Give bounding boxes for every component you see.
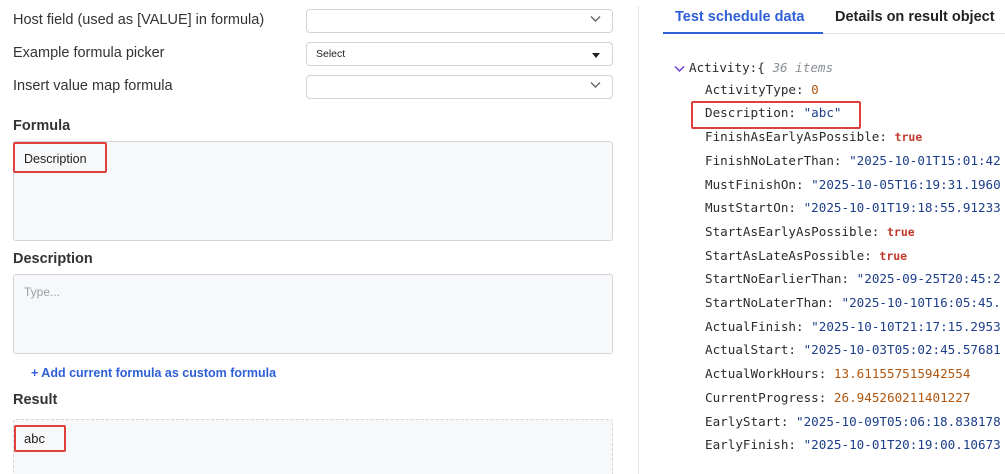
tree-row-key: ActualFinish: <box>705 318 804 334</box>
chevron-down-icon <box>590 15 601 26</box>
host-field-row: Host field (used as [VALUE] in formula) <box>13 9 613 33</box>
description-heading: Description <box>13 251 93 267</box>
tree-row-key: FinishAsEarlyAsPossible: <box>705 129 887 145</box>
tree-row: EarlyFinish: "2025-10-01T20:19:00.10673 <box>705 437 1001 460</box>
result-heading: Result <box>13 392 58 408</box>
tree-root-brace: { <box>757 60 765 75</box>
tree-row: StartNoLaterThan: "2025-10-10T16:05:45. <box>705 295 1001 318</box>
host-field-label: Host field (used as [VALUE] in formula) <box>13 12 265 28</box>
tree-root-key: Activity: <box>689 60 758 75</box>
tree-row-value: "2025-10-10T21:17:15.2953 <box>811 318 1001 334</box>
formula-heading: Formula <box>13 118 71 134</box>
tree-root-node[interactable]: Activity:{ 36 items <box>674 60 833 75</box>
tree-row: CurrentProgress: 26.945260211401227 <box>705 390 970 413</box>
tree-row-value: 13.611557515942554 <box>833 366 971 382</box>
tree-row: StartAsEarlyAsPossible: true <box>705 224 915 247</box>
tree-item-count: 36 items <box>772 60 834 75</box>
tree-row-key: EarlyStart: <box>705 413 789 429</box>
formula-picker-label: Example formula picker <box>13 45 165 61</box>
tree-row: ActualWorkHours: 13.611557515942554 <box>705 366 970 389</box>
tree-row-value: "2025-10-01T15:01:42 <box>849 152 1001 168</box>
tab-test-schedule-data[interactable]: Test schedule data <box>675 9 804 25</box>
tree-row-key: Description: <box>705 105 796 121</box>
collapse-chevron-icon[interactable] <box>674 61 685 73</box>
tree-row-key: ActivityType: <box>705 81 804 97</box>
formula-text: Description <box>24 152 87 166</box>
host-field-select[interactable] <box>306 9 613 33</box>
tree-row-key: CurrentProgress: <box>705 389 827 405</box>
tab-details-on-result-object[interactable]: Details on result object <box>835 9 995 25</box>
tree-row-value: 0 <box>811 81 819 97</box>
tree-row: StartAsLateAsPossible: true <box>705 248 907 271</box>
description-textarea[interactable]: Type... <box>13 274 613 354</box>
tree-row: MustStartOn: "2025-10-01T19:18:55.91233 <box>705 200 1001 223</box>
value-map-label: Insert value map formula <box>13 78 173 94</box>
tree-row-key: ActualStart: <box>705 342 796 358</box>
tree-row-value: "2025-10-09T05:06:18.838178 <box>796 413 1001 429</box>
formula-picker-select[interactable]: Select <box>306 42 613 66</box>
tree-row-key: StartAsLateAsPossible: <box>705 247 872 263</box>
tree-row-value: "2025-10-01T20:19:00.10673 <box>803 437 1001 453</box>
active-tab-indicator <box>663 32 823 34</box>
tree-row: StartNoEarlierThan: "2025-09-25T20:45:2 <box>705 271 1001 294</box>
tree-row-key: MustFinishOn: <box>705 176 804 192</box>
tree-row: FinishNoLaterThan: "2025-10-01T15:01:42 <box>705 153 1001 176</box>
formula-picker-value: Select <box>316 48 346 60</box>
add-custom-formula-link[interactable]: + Add current formula as custom formula <box>31 366 276 380</box>
formula-picker-row: Example formula picker Select <box>13 42 613 66</box>
tree-row-value: "2025-10-05T16:19:31.1960 <box>811 176 1001 192</box>
value-map-row: Insert value map formula <box>13 75 613 99</box>
tree-row-value: "2025-09-25T20:45:2 <box>856 271 1001 287</box>
tab-bar: Test schedule data Details on result obj… <box>663 0 1005 34</box>
tree-row-value: "2025-10-01T19:18:55.91233 <box>803 200 1001 216</box>
tree-row: EarlyStart: "2025-10-09T05:06:18.838178 <box>705 414 1001 437</box>
value-map-select[interactable] <box>306 75 613 99</box>
tree-row-value: "abc" <box>803 105 842 121</box>
tree-row: ActualStart: "2025-10-03T05:02:45.57681 <box>705 342 1001 365</box>
formula-textarea[interactable]: Description <box>13 141 613 241</box>
tree-row-value: true <box>894 130 923 145</box>
tree-row-key: StartNoEarlierThan: <box>705 271 850 287</box>
tree-row-value: true <box>886 224 915 239</box>
tree-row-key: EarlyFinish: <box>705 437 796 453</box>
tree-row-value: "2025-10-10T16:05:45. <box>841 295 1001 310</box>
tree-row: ActualFinish: "2025-10-10T21:17:15.2953 <box>705 319 1001 342</box>
tree-row: MustFinishOn: "2025-10-05T16:19:31.1960 <box>705 177 1001 200</box>
result-box: abc <box>13 419 613 474</box>
result-value: abc <box>24 431 45 446</box>
json-tree-viewer: Activity:{ 36 items ActivityType: 0 Descr… <box>674 58 1005 474</box>
tree-row-value: true <box>879 248 908 263</box>
tree-row-key: MustStartOn: <box>705 200 796 216</box>
tree-row: Description: "abc" <box>705 105 842 128</box>
formula-editor-panel: Host field (used as [VALUE] in formula) … <box>0 0 625 474</box>
tree-row: ActivityType: 0 <box>705 82 819 105</box>
tree-row-key: ActualWorkHours: <box>705 366 827 382</box>
caret-down-icon <box>592 53 600 58</box>
tree-row-key: FinishNoLaterThan: <box>705 152 842 168</box>
tree-row-key: StartAsEarlyAsPossible: <box>705 223 880 239</box>
tree-row-value: 26.945260211401227 <box>833 389 971 405</box>
tree-row: FinishAsEarlyAsPossible: true <box>705 129 922 152</box>
tree-row-value: "2025-10-03T05:02:45.57681 <box>803 342 1001 358</box>
chevron-down-icon <box>590 81 601 92</box>
tree-row-key: StartNoLaterThan: <box>705 295 834 310</box>
description-placeholder: Type... <box>24 285 61 299</box>
panel-divider <box>638 6 639 474</box>
